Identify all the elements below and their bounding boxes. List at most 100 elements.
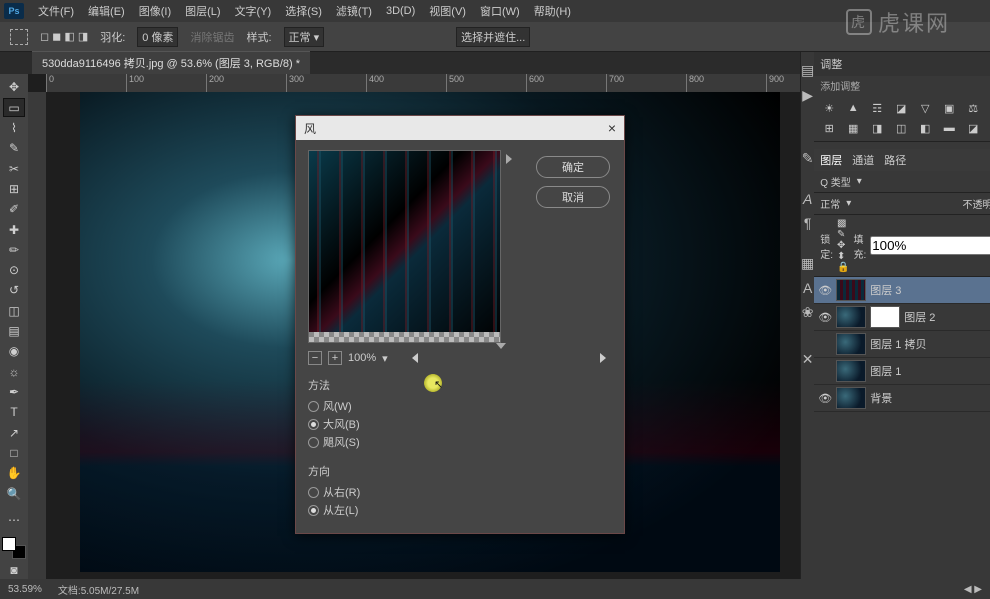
cancel-button[interactable]: 取消 — [536, 186, 610, 208]
scroll-down-icon[interactable] — [496, 343, 506, 349]
menu-filter[interactable]: 滤镜(T) — [330, 1, 378, 21]
vibrance-icon[interactable]: ▽ — [916, 101, 934, 115]
ruler-horizontal: 0100200300400500600700800900100011001200… — [46, 74, 800, 92]
menu-image[interactable]: 图像(I) — [133, 1, 177, 21]
style-select[interactable]: 正常 ▾ — [284, 27, 325, 47]
radio-from-right[interactable]: 从右(R) — [308, 483, 612, 501]
refine-button[interactable]: 选择并遮住... — [456, 27, 530, 47]
curves-icon[interactable]: ☶ — [868, 101, 886, 115]
menu-file[interactable]: 文件(F) — [32, 1, 80, 21]
pen-tool[interactable]: ✒ — [3, 383, 25, 401]
radio-stagger[interactable]: 飓风(S) — [308, 433, 612, 451]
status-zoom[interactable]: 53.59% — [8, 584, 42, 595]
lasso-tool[interactable]: ⌇ — [3, 119, 25, 137]
gradient-tool[interactable]: ▤ — [3, 322, 25, 340]
blur-tool[interactable]: ◉ — [3, 342, 25, 360]
layer-row[interactable]: 👁 图层 2 — [814, 304, 990, 331]
status-doc-size[interactable]: 文档:5.05M/27.5M — [58, 582, 139, 597]
menu-type[interactable]: 文字(Y) — [229, 1, 278, 21]
radio-blast[interactable]: 大风(B) — [308, 415, 612, 433]
path-tool[interactable]: ↗ — [3, 423, 25, 441]
selcolor-icon[interactable]: ◪ — [964, 121, 982, 135]
dialog-titlebar[interactable]: 风 × — [296, 116, 624, 140]
visibility-icon[interactable]: 👁 — [818, 392, 832, 405]
play-icon[interactable]: ▶ — [802, 87, 813, 104]
menu-edit[interactable]: 编辑(E) — [82, 1, 131, 21]
frame-tool[interactable]: ⊞ — [3, 180, 25, 198]
dodge-tool[interactable]: ☼ — [3, 363, 25, 381]
layer-row[interactable]: 👁 图层 3 — [814, 277, 990, 304]
menu-window[interactable]: 窗口(W) — [474, 1, 526, 21]
layer-row[interactable]: 图层 1 — [814, 358, 990, 385]
ok-button[interactable]: 确定 — [536, 156, 610, 178]
thresh-icon[interactable]: ◧ — [916, 121, 934, 135]
zoom-in-button[interactable]: + — [328, 351, 342, 365]
swatch-icon[interactable]: ❀ — [802, 304, 814, 321]
zoom-out-button[interactable]: − — [308, 351, 322, 365]
menu-help[interactable]: 帮助(H) — [528, 1, 577, 21]
cbal-icon[interactable]: ⚖ — [964, 101, 982, 115]
poster-icon[interactable]: ◫ — [892, 121, 910, 135]
tab-paths[interactable]: 路径 — [884, 152, 906, 168]
invert-icon[interactable]: ◨ — [868, 121, 886, 135]
scroll-right-icon[interactable] — [600, 353, 606, 363]
menu-layer[interactable]: 图层(L) — [179, 1, 226, 21]
menu-view[interactable]: 视图(V) — [423, 1, 472, 21]
document-tab[interactable]: 530dda9116496 拷贝.jpg @ 53.6% (图层 3, RGB/… — [32, 51, 310, 74]
marquee-tool[interactable]: ▭ — [3, 98, 25, 116]
brightness-icon[interactable]: ☀ — [820, 101, 838, 115]
menubar: Ps 文件(F) 编辑(E) 图像(I) 图层(L) 文字(Y) 选择(S) 滤… — [0, 0, 990, 22]
visibility-icon[interactable]: 👁 — [818, 311, 832, 324]
para-panel-icon[interactable]: ¶ — [804, 215, 812, 231]
kind-filter[interactable]: Q 类型 — [820, 174, 851, 189]
history-brush-tool[interactable]: ↺ — [3, 281, 25, 299]
tab-layers[interactable]: 图层 — [820, 152, 842, 168]
hue-icon[interactable]: ▣ — [940, 101, 958, 115]
mixer-icon[interactable]: ⊞ — [820, 121, 838, 135]
stamp-tool[interactable]: ⊙ — [3, 261, 25, 279]
method-title: 方法 — [308, 377, 612, 393]
visibility-icon[interactable]: 👁 — [818, 284, 832, 297]
levels-icon[interactable]: ▲ — [844, 101, 862, 115]
lookup-icon[interactable]: ▦ — [844, 121, 862, 135]
adjustment-presets: ☀▲☶◪▽ ▣⚖◐◎⊞▦ ◨◫◧▬◪ — [814, 95, 990, 141]
ruler-vertical — [28, 92, 46, 579]
lock-icons[interactable]: ▩ ✎ ✥ ⬍ 🔒 — [837, 218, 849, 273]
blend-mode-select[interactable]: 正常 — [820, 196, 840, 211]
eraser-tool[interactable]: ◫ — [3, 302, 25, 320]
menu-select[interactable]: 选择(S) — [279, 1, 328, 21]
edit-toolbar[interactable]: ⋯ — [3, 510, 25, 528]
scroll-left-icon[interactable] — [412, 353, 418, 363]
exposure-icon[interactable]: ◪ — [892, 101, 910, 115]
history-icon[interactable]: ▤ — [801, 62, 814, 79]
type-tool[interactable]: T — [3, 403, 25, 421]
layer-row[interactable]: 图层 1 拷贝 — [814, 331, 990, 358]
color-swatches[interactable] — [2, 537, 26, 559]
gmap-icon[interactable]: ▬ — [940, 121, 958, 135]
shape-tool[interactable]: □ — [3, 444, 25, 462]
char-panel-icon[interactable]: A — [803, 191, 812, 207]
layers-icon[interactable]: ▦ — [801, 255, 814, 272]
heal-tool[interactable]: ✚ — [3, 220, 25, 238]
fill-input[interactable] — [870, 236, 990, 255]
eyedropper-tool[interactable]: ✐ — [3, 200, 25, 218]
zoom-tool[interactable]: 🔍 — [3, 484, 25, 502]
filter-preview[interactable] — [308, 150, 501, 343]
hand-tool[interactable]: ✋ — [3, 464, 25, 482]
move-tool[interactable]: ✥ — [3, 78, 25, 96]
radio-from-left[interactable]: 从左(L) — [308, 501, 612, 519]
crop-tool[interactable]: ✂ — [3, 159, 25, 177]
brush-panel-icon[interactable]: ✎ — [802, 150, 814, 167]
tab-channels[interactable]: 通道 — [852, 152, 874, 168]
radio-wind[interactable]: 风(W) — [308, 397, 612, 415]
scroll-up-icon[interactable] — [506, 154, 512, 164]
feather-input[interactable]: 0 像素 — [137, 27, 178, 47]
layer-row[interactable]: 👁 背景 🔒 — [814, 385, 990, 412]
close-icon[interactable]: × — [608, 120, 616, 136]
brush-tool[interactable]: ✏ — [3, 241, 25, 259]
wand-tool[interactable]: ✎ — [3, 139, 25, 157]
menu-3d[interactable]: 3D(D) — [380, 3, 421, 19]
close-panel-icon[interactable]: ✕ — [802, 351, 814, 368]
quickmask-tool[interactable]: ◙ — [3, 561, 25, 579]
type-panel-icon[interactable]: A — [803, 280, 812, 296]
